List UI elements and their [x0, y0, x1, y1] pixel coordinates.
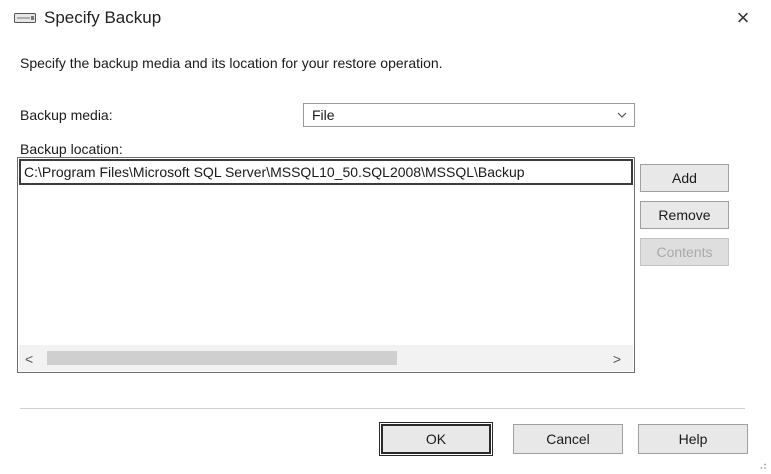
window-title: Specify Backup	[44, 8, 162, 27]
backup-media-select[interactable]: File	[303, 103, 635, 127]
backup-media-label: Backup media:	[20, 107, 113, 123]
cancel-button[interactable]: Cancel	[513, 424, 623, 454]
backup-media-value: File	[312, 107, 335, 123]
backup-device-icon	[14, 13, 36, 23]
scroll-left-icon[interactable]: <	[25, 351, 33, 367]
scroll-right-icon[interactable]: >	[613, 351, 621, 367]
add-button[interactable]: Add	[640, 164, 729, 192]
resize-grip-icon[interactable]	[757, 460, 767, 470]
list-item[interactable]: C:\Program Files\Microsoft SQL Server\MS…	[19, 159, 633, 185]
specify-backup-dialog: Specify Backup × Specify the backup medi…	[0, 0, 771, 474]
divider	[20, 408, 745, 409]
backup-location-list[interactable]: C:\Program Files\Microsoft SQL Server\MS…	[17, 157, 635, 373]
close-button[interactable]: ×	[729, 4, 757, 32]
title-bar: Specify Backup ×	[0, 0, 771, 40]
help-button[interactable]: Help	[638, 424, 748, 454]
remove-button[interactable]: Remove	[640, 201, 729, 229]
scrollbar-thumb[interactable]	[47, 351, 397, 365]
instruction-text: Specify the backup media and its locatio…	[20, 55, 443, 71]
ok-button[interactable]: OK	[379, 422, 493, 456]
contents-button: Contents	[640, 238, 729, 266]
backup-location-label: Backup location:	[20, 141, 123, 157]
close-icon: ×	[736, 5, 750, 30]
chevron-down-icon	[617, 112, 627, 118]
horizontal-scrollbar[interactable]: < >	[19, 345, 633, 371]
